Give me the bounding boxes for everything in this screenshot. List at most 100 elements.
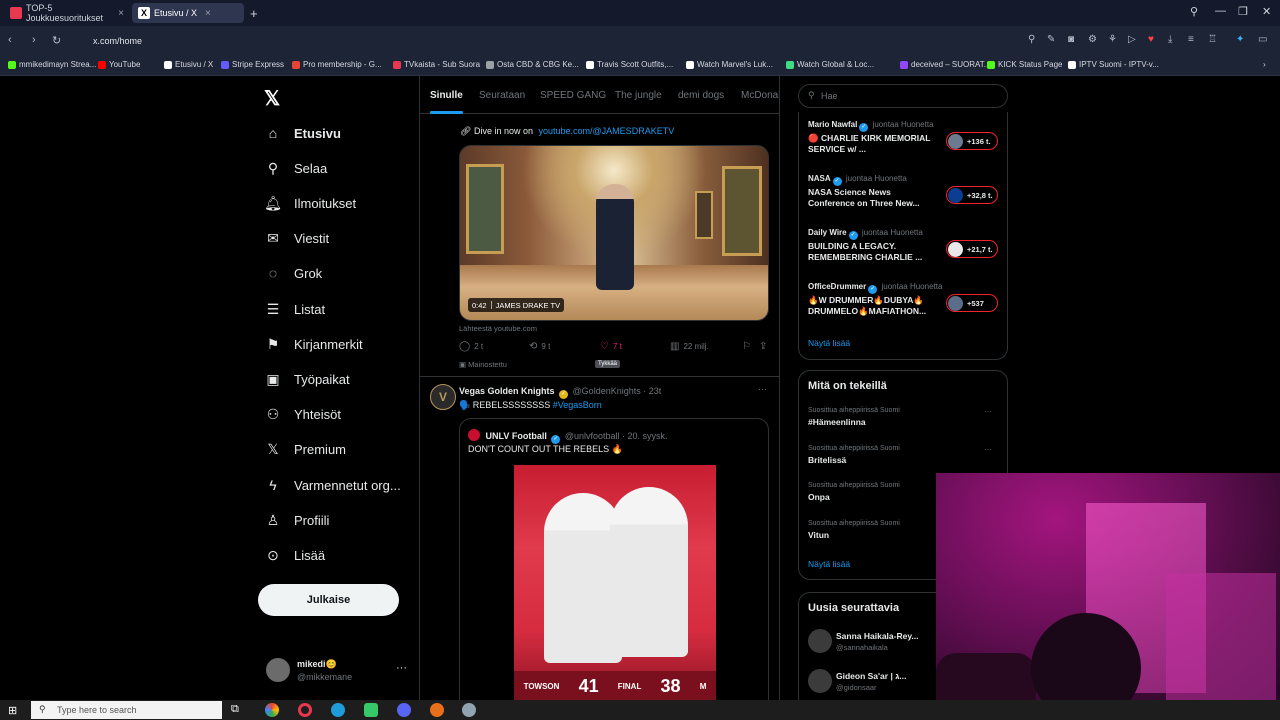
- nav-item[interactable]: ◌ Grok: [264, 261, 322, 285]
- forward-icon[interactable]: ›: [32, 34, 36, 46]
- nav-item[interactable]: ϟ Varmennetut org...: [264, 473, 400, 497]
- live-space-item[interactable]: Daily Wire ✓ juontaa Huonetta BUILDING A L…: [808, 228, 998, 276]
- nav-item[interactable]: 𝕏 Premium: [264, 437, 346, 461]
- new-tab-icon[interactable]: +: [250, 6, 258, 21]
- bookmark-item[interactable]: deceived – SUORAT...: [900, 60, 990, 69]
- play-icon[interactable]: ▷: [1128, 34, 1136, 45]
- bookmark-button[interactable]: ⚐: [742, 341, 751, 352]
- show-more-link[interactable]: Näytä lisää: [808, 338, 850, 348]
- space-listeners-pill[interactable]: +21,7 t.: [946, 240, 998, 258]
- nav-item[interactable]: ⚇ Yhteisöt: [264, 402, 341, 426]
- discord-icon[interactable]: [397, 703, 411, 717]
- bookmark-item[interactable]: KICK Status Page: [987, 60, 1062, 69]
- ad-source[interactable]: Lähteestä youtube.com: [459, 324, 537, 333]
- taskbar-search-input[interactable]: ⚲ Type here to search: [31, 701, 222, 719]
- nav-item[interactable]: ♙ Profiili: [264, 508, 330, 532]
- browser-tab-x-home[interactable]: X Etusivu / X ×: [132, 3, 244, 23]
- bookmark-item[interactable]: IPTV Suomi - IPTV-v...: [1068, 60, 1159, 69]
- reply-button[interactable]: ◯ 2 t: [459, 341, 483, 352]
- url-field[interactable]: x.com/home: [80, 31, 1020, 51]
- bookmark-item[interactable]: Pro membership - G...: [292, 60, 382, 69]
- bookmark-item[interactable]: Etusivu / X: [164, 60, 213, 69]
- windows-start-icon[interactable]: ⊞: [8, 704, 17, 717]
- more-options-icon[interactable]: ···: [984, 445, 992, 454]
- wallet-icon[interactable]: ♖: [1208, 34, 1217, 45]
- more-options-icon[interactable]: ···: [396, 662, 407, 674]
- firefox-icon[interactable]: [430, 703, 444, 717]
- nav-item[interactable]: ✉ Viestit: [264, 226, 329, 250]
- feed-tab[interactable]: SPEED GANG: [540, 90, 606, 101]
- reload-icon[interactable]: ↻: [52, 34, 61, 47]
- feed-tab[interactable]: demi dogs: [678, 90, 724, 101]
- account-switcher[interactable]: mikedi😊 @mikkemane ···: [266, 656, 411, 686]
- aria-icon[interactable]: ✦: [1236, 34, 1244, 45]
- quote-image[interactable]: TOWSON 41 FINAL 38 M: [514, 465, 716, 700]
- nav-item[interactable]: ⊙ Lisää: [264, 543, 325, 567]
- avatar[interactable]: V: [430, 384, 456, 410]
- nav-item[interactable]: ⚲ Selaa: [264, 156, 327, 180]
- hashtag-link[interactable]: #VegasBorn: [553, 400, 602, 410]
- task-view-icon[interactable]: ⧉: [231, 703, 245, 717]
- close-tab-icon[interactable]: ×: [205, 8, 211, 19]
- bookmark-item[interactable]: Osta CBD & CBG Ke...: [486, 60, 579, 69]
- edit-icon[interactable]: ✎: [1047, 34, 1055, 45]
- bookmark-item[interactable]: Watch Marvel's Luk...: [686, 60, 773, 69]
- extension-icon[interactable]: ⚘: [1108, 34, 1117, 45]
- settings-icon[interactable]: ⚙: [1088, 34, 1097, 45]
- back-icon[interactable]: ‹: [8, 34, 12, 46]
- trend-item[interactable]: Suosittua aiheppiirissä Suomi #Hämeenlinn…: [808, 407, 998, 437]
- browser-tab-top5[interactable]: TOP-5 Joukkuesuoritukset ×: [4, 3, 130, 23]
- like-button[interactable]: ♡ 7 t: [600, 341, 622, 352]
- ad-video-player[interactable]: 0:42 JAMES DRAKE TV: [459, 145, 769, 321]
- search-icon[interactable]: ⚲: [1028, 34, 1035, 45]
- bookmark-item[interactable]: TVkaista - Sub Suora: [393, 60, 480, 69]
- live-space-item[interactable]: OfficeDrummer ✓ juontaa Huonetta 🔥W DRUMME…: [808, 282, 998, 330]
- space-listeners-pill[interactable]: +32,8 t.: [946, 186, 998, 204]
- search-input[interactable]: ⚲ Hae: [798, 84, 1008, 108]
- nav-item[interactable]: ⌂ Etusivu: [264, 121, 341, 145]
- author-name[interactable]: Vegas Golden Knights: [459, 386, 555, 396]
- bookmark-item[interactable]: Watch Global & Loc...: [786, 60, 874, 69]
- opera-icon[interactable]: [298, 703, 312, 717]
- live-space-item[interactable]: NASA ✓ juontaa Huonetta NASA Science News …: [808, 174, 998, 222]
- dive-link[interactable]: youtube.com/@JAMESDRAKETV: [539, 126, 675, 136]
- show-more-link[interactable]: Näytä lisää: [808, 559, 850, 569]
- feed-tab[interactable]: The jungle: [615, 90, 662, 101]
- minimize-icon[interactable]: —: [1215, 5, 1226, 17]
- repost-button[interactable]: ⟲ 9 t: [529, 341, 550, 352]
- more-options-icon[interactable]: ···: [984, 407, 992, 416]
- quoted-post[interactable]: UNLV Football ✓ @unlvfootball · 20. syys…: [459, 418, 769, 700]
- bookmark-item[interactable]: mmikedimayn Strea...: [8, 60, 96, 69]
- post-button[interactable]: Julkaise: [258, 584, 399, 616]
- chrome-icon[interactable]: [265, 703, 279, 717]
- views-button[interactable]: ▥ 22 milj.: [670, 341, 709, 352]
- nav-item[interactable]: ☰ Listat: [264, 297, 325, 321]
- download-icon[interactable]: ⤓: [1168, 34, 1172, 45]
- space-listeners-pill[interactable]: +136 t.: [946, 132, 998, 150]
- live-space-item[interactable]: Mario Nawfal ✓ juontaa Huonetta 🔴 CHARLIE …: [808, 120, 998, 168]
- close-window-icon[interactable]: ✕: [1262, 5, 1271, 18]
- feed-tab[interactable]: McDonal: [741, 90, 779, 101]
- close-tab-icon[interactable]: ×: [118, 8, 124, 19]
- bookmark-item[interactable]: YouTube: [98, 60, 140, 69]
- edge-icon[interactable]: [331, 703, 345, 717]
- sidebar-toggle-icon[interactable]: ▭: [1258, 34, 1267, 45]
- trend-item[interactable]: Suosittua aiheppiirissä Suomi Britelissä ·…: [808, 445, 998, 475]
- more-options-icon[interactable]: ···: [758, 384, 767, 394]
- nav-item[interactable]: ▣ Työpaikat: [264, 367, 349, 391]
- nav-item[interactable]: 🔔︎ Ilmoitukset: [264, 191, 356, 215]
- search-tabs-icon[interactable]: ⚲: [1190, 5, 1198, 18]
- feed-tab[interactable]: Seurataan: [479, 90, 525, 101]
- x-logo-icon[interactable]: 𝕏: [264, 86, 280, 111]
- share-button[interactable]: ⇪: [759, 341, 767, 352]
- bookmark-item[interactable]: Travis Scott Outfits,...: [586, 60, 673, 69]
- maximize-icon[interactable]: ❐: [1238, 5, 1248, 18]
- bookmarks-overflow-icon[interactable]: ›: [1252, 60, 1266, 69]
- menu-icon[interactable]: ≡: [1188, 34, 1194, 45]
- feed-tab[interactable]: Sinulle: [430, 90, 463, 114]
- app-gray-icon[interactable]: [462, 703, 476, 717]
- bookmark-item[interactable]: Stripe Express: [221, 60, 284, 69]
- heart-icon[interactable]: ♥: [1148, 34, 1154, 45]
- space-listeners-pill[interactable]: +537: [946, 294, 998, 312]
- camera-icon[interactable]: ◙: [1068, 34, 1074, 45]
